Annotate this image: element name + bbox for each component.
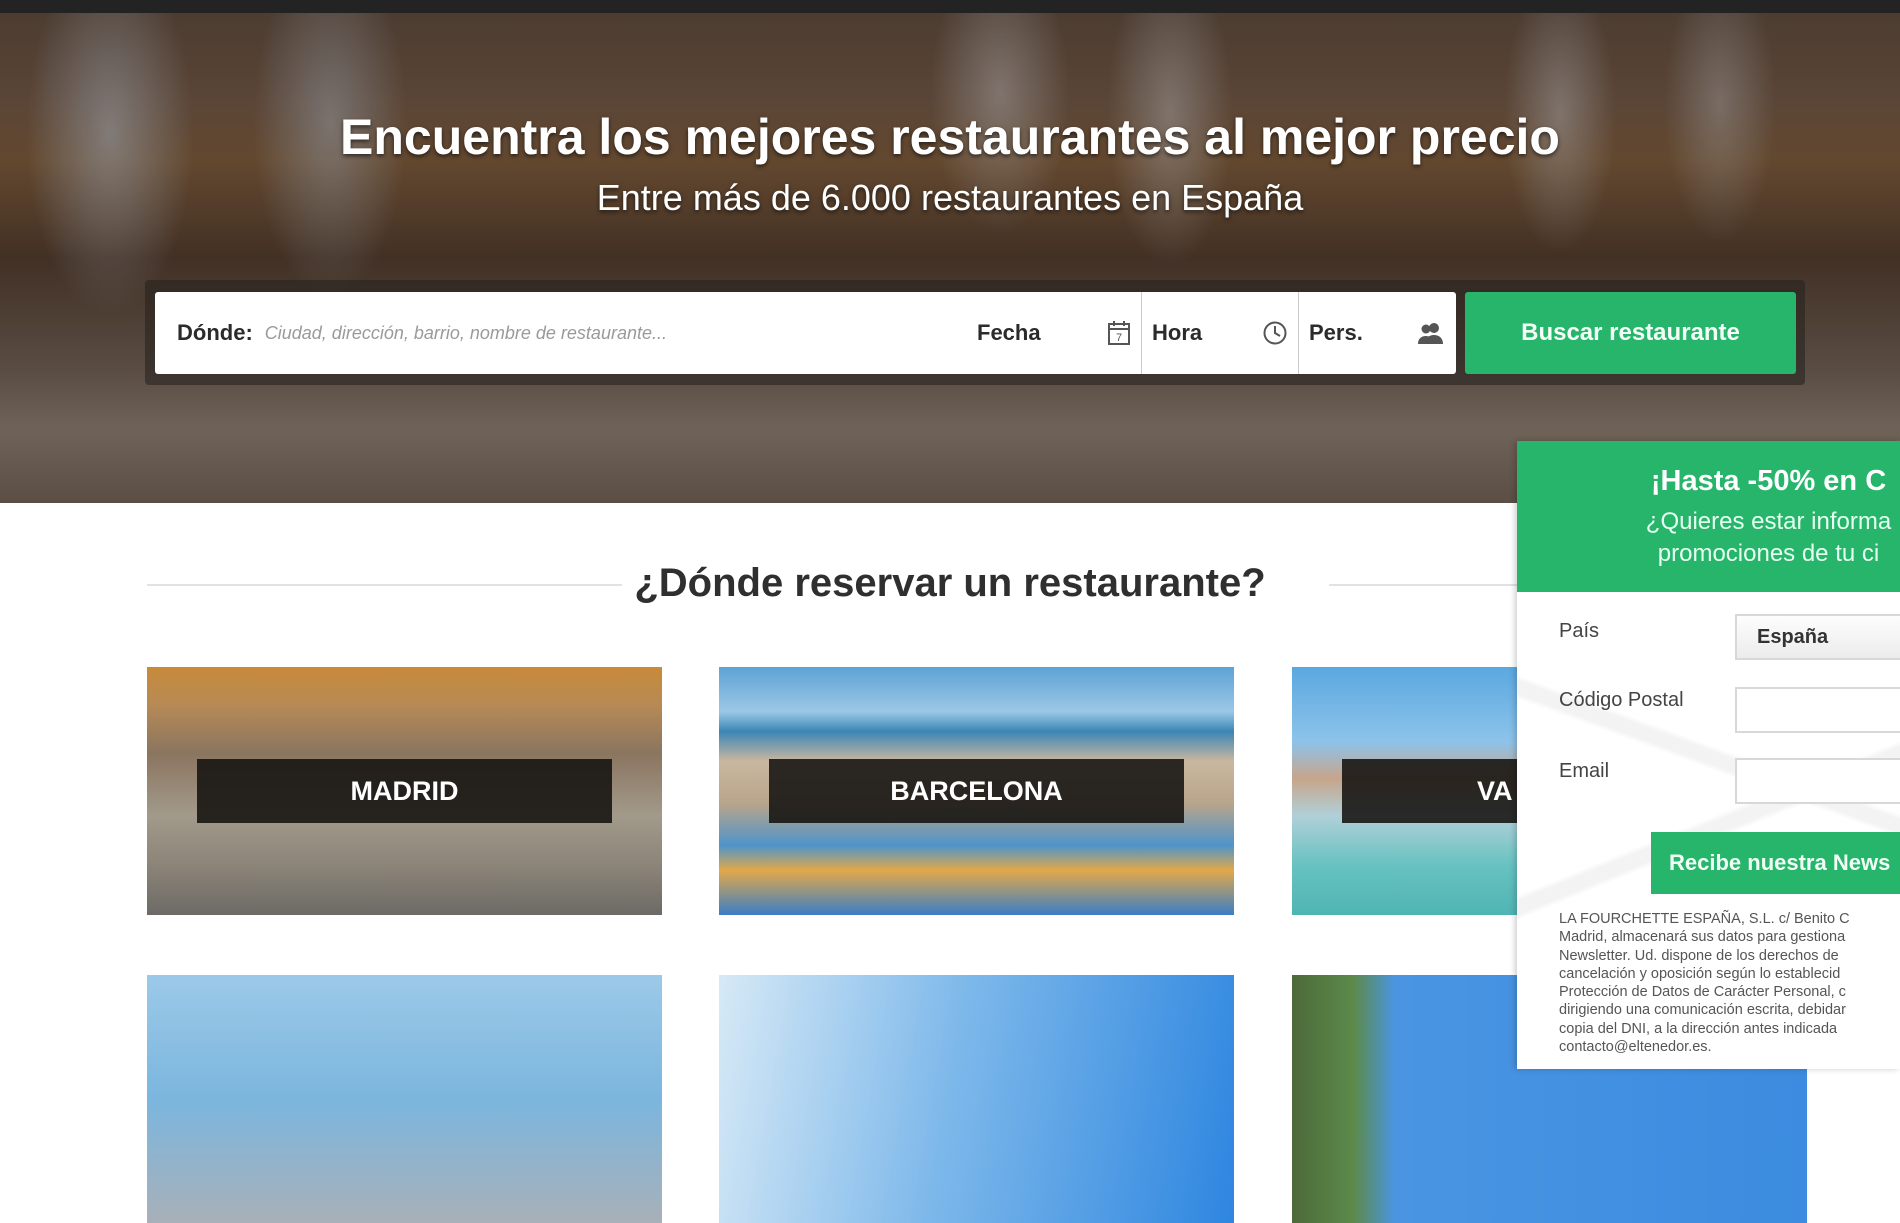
time-field[interactable]: Hora (1142, 292, 1299, 374)
section-header: ¿Dónde reservar un restaurante? (147, 555, 1729, 615)
people-icon (1418, 323, 1443, 344)
postal-code-label: Código Postal (1559, 689, 1684, 711)
newsletter-submit-button[interactable]: Recibe nuestra News (1651, 832, 1900, 894)
clock-icon (1263, 321, 1287, 345)
city-card-sevilla[interactable] (719, 975, 1234, 1223)
city-name: MADRID (197, 759, 612, 823)
email-label: Email (1559, 760, 1610, 782)
newsletter-subtitle-1: ¿Quieres estar informa (1645, 508, 1892, 535)
newsletter-title: ¡Hasta -50% en C (1650, 465, 1887, 497)
hero-title: Encuentra los mejores restaurantes al me… (340, 109, 1560, 165)
postal-code-input[interactable] (1735, 687, 1900, 733)
people-field[interactable]: Pers. (1299, 292, 1456, 374)
search-bar: Dónde: Cerca de mí Fecha 7 Hora Pers. Bu… (145, 280, 1805, 385)
search-restaurant-button[interactable]: Buscar restaurante (1465, 292, 1796, 374)
country-select[interactable]: España (1735, 614, 1900, 660)
where-label: Dónde: (177, 320, 253, 345)
city-name: BARCELONA (769, 759, 1184, 823)
people-label: Pers. (1309, 320, 1363, 345)
where-input[interactable] (264, 322, 825, 344)
newsletter-panel: ¡Hasta -50% en C ¿Quieres estar informa … (1517, 441, 1900, 1069)
legal-notice: LA FOURCHETTE ESPAÑA, S.L. c/ Benito C M… (1559, 911, 1850, 1056)
city-card-bilbao[interactable] (147, 975, 662, 1223)
city-card-madrid[interactable]: MADRID (147, 667, 662, 915)
city-card-barcelona[interactable]: BARCELONA (719, 667, 1234, 915)
browser-top-bar (0, 0, 1900, 13)
country-label: País (1559, 620, 1600, 642)
email-input[interactable] (1735, 758, 1900, 804)
date-label: Fecha (977, 320, 1041, 345)
date-field[interactable]: Fecha 7 (967, 292, 1142, 374)
time-label: Hora (1152, 320, 1203, 345)
calendar-icon: 7 (1108, 321, 1130, 345)
where-field[interactable]: Dónde: Cerca de mí (155, 292, 1103, 374)
newsletter-form: País España Código Postal Email Recibe n… (1517, 592, 1900, 1069)
newsletter-header: ¡Hasta -50% en C ¿Quieres estar informa … (1517, 441, 1900, 592)
hero-banner (0, 13, 1900, 503)
newsletter-subtitle-2: promociones de tu ci (1657, 540, 1880, 567)
hero-subtitle: Entre más de 6.000 restaurantes en Españ… (596, 177, 1304, 218)
calendar-day-number: 7 (1116, 332, 1122, 344)
